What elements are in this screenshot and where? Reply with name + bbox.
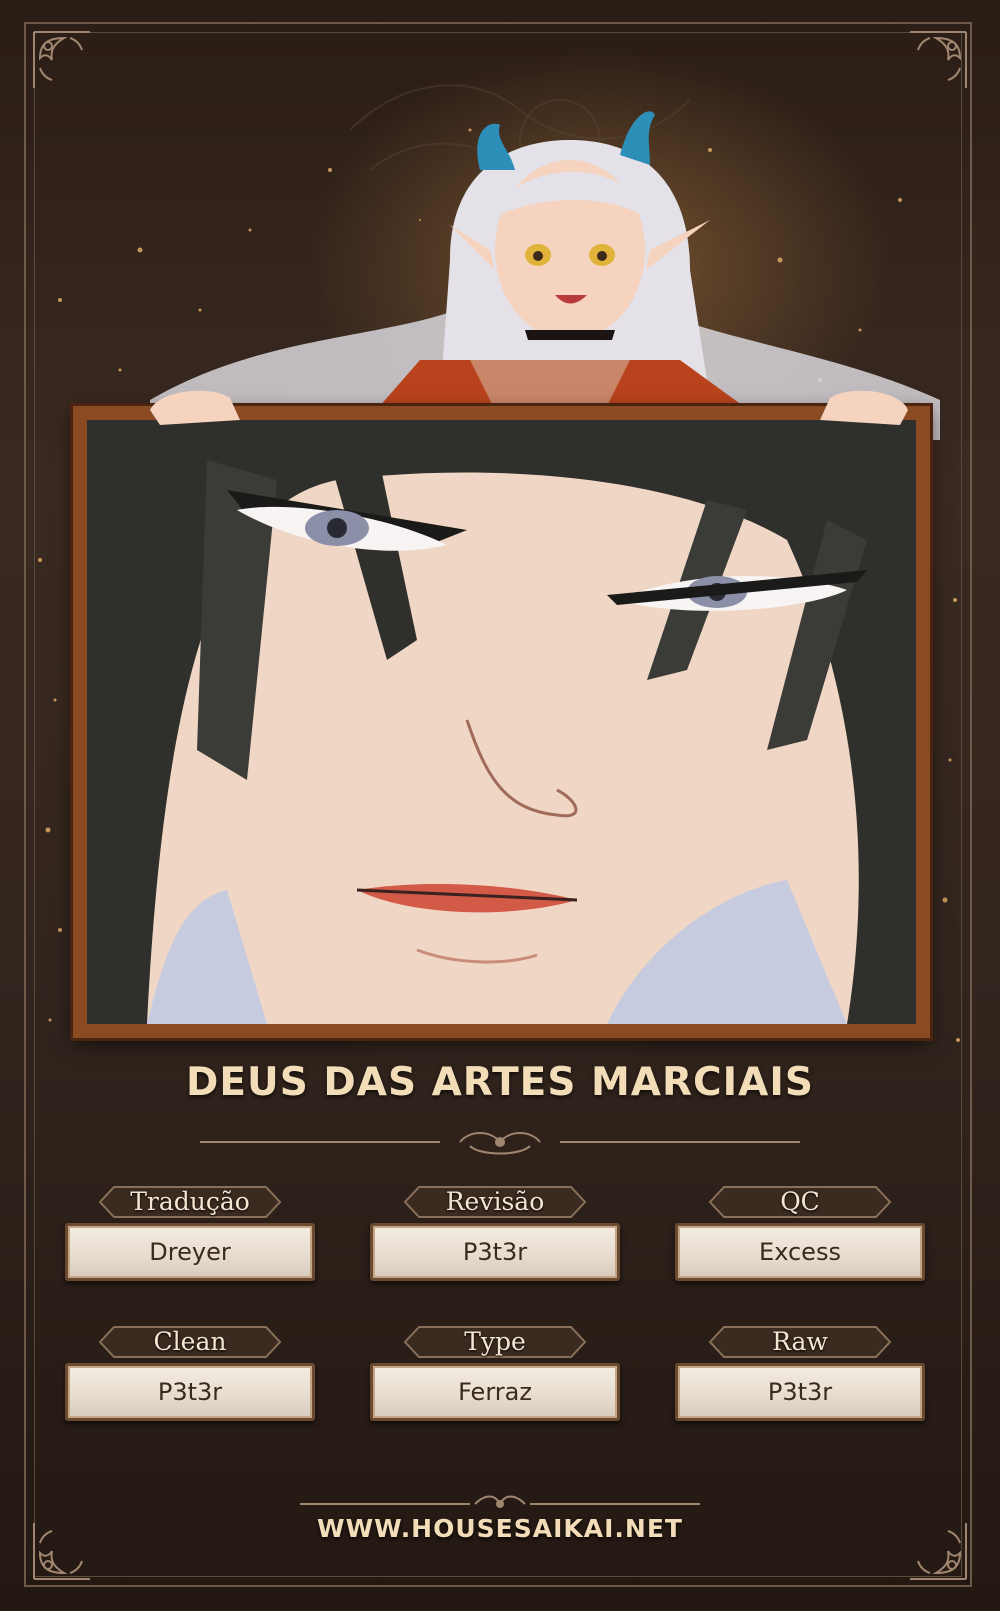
manga-title: DEUS DAS ARTES MARCIAIS — [186, 1060, 814, 1105]
website-link[interactable]: WWW.HOUSESAIKAI.NET — [0, 1514, 1000, 1543]
cover-art-frame — [73, 406, 930, 1038]
name-box: P3t3r — [675, 1363, 925, 1421]
role-label: Revisão — [445, 1187, 545, 1216]
credit-clean: Clean P3t3r — [65, 1325, 315, 1435]
name-box: P3t3r — [370, 1223, 620, 1281]
role-tab: Clean — [90, 1325, 290, 1359]
role-label: Raw — [772, 1327, 828, 1356]
credit-raw: Raw P3t3r — [675, 1325, 925, 1435]
credit-qc: QC Excess — [675, 1185, 925, 1295]
role-label: Clean — [153, 1327, 227, 1356]
cover-art — [87, 420, 916, 1024]
role-label: Type — [464, 1327, 526, 1356]
ornament-divider-icon — [300, 1492, 700, 1516]
role-label: QC — [780, 1187, 820, 1216]
role-tab: Tradução — [90, 1185, 290, 1219]
name-text: Excess — [759, 1238, 841, 1266]
credit-revision: Revisão P3t3r — [370, 1185, 620, 1295]
mascot-hands — [150, 380, 910, 440]
credits-page: DEUS DAS ARTES MARCIAIS Tradução Dreyer … — [0, 0, 1000, 1611]
role-tab: Revisão — [395, 1185, 595, 1219]
credit-type: Type Ferraz — [370, 1325, 620, 1435]
name-box: P3t3r — [65, 1363, 315, 1421]
name-text: P3t3r — [157, 1378, 223, 1406]
ornament-divider-icon — [200, 1122, 800, 1162]
role-label: Tradução — [130, 1187, 250, 1216]
ornament-corner-icon — [30, 28, 100, 98]
ornament-corner-icon — [900, 28, 970, 98]
name-box: Excess — [675, 1223, 925, 1281]
name-text: Ferraz — [458, 1378, 532, 1406]
role-tab: Raw — [700, 1325, 900, 1359]
name-box: Dreyer — [65, 1223, 315, 1281]
name-text: P3t3r — [767, 1378, 833, 1406]
credit-translation: Tradução Dreyer — [65, 1185, 315, 1295]
name-text: Dreyer — [149, 1238, 231, 1266]
name-box: Ferraz — [370, 1363, 620, 1421]
role-tab: QC — [700, 1185, 900, 1219]
role-tab: Type — [395, 1325, 595, 1359]
name-text: P3t3r — [462, 1238, 528, 1266]
